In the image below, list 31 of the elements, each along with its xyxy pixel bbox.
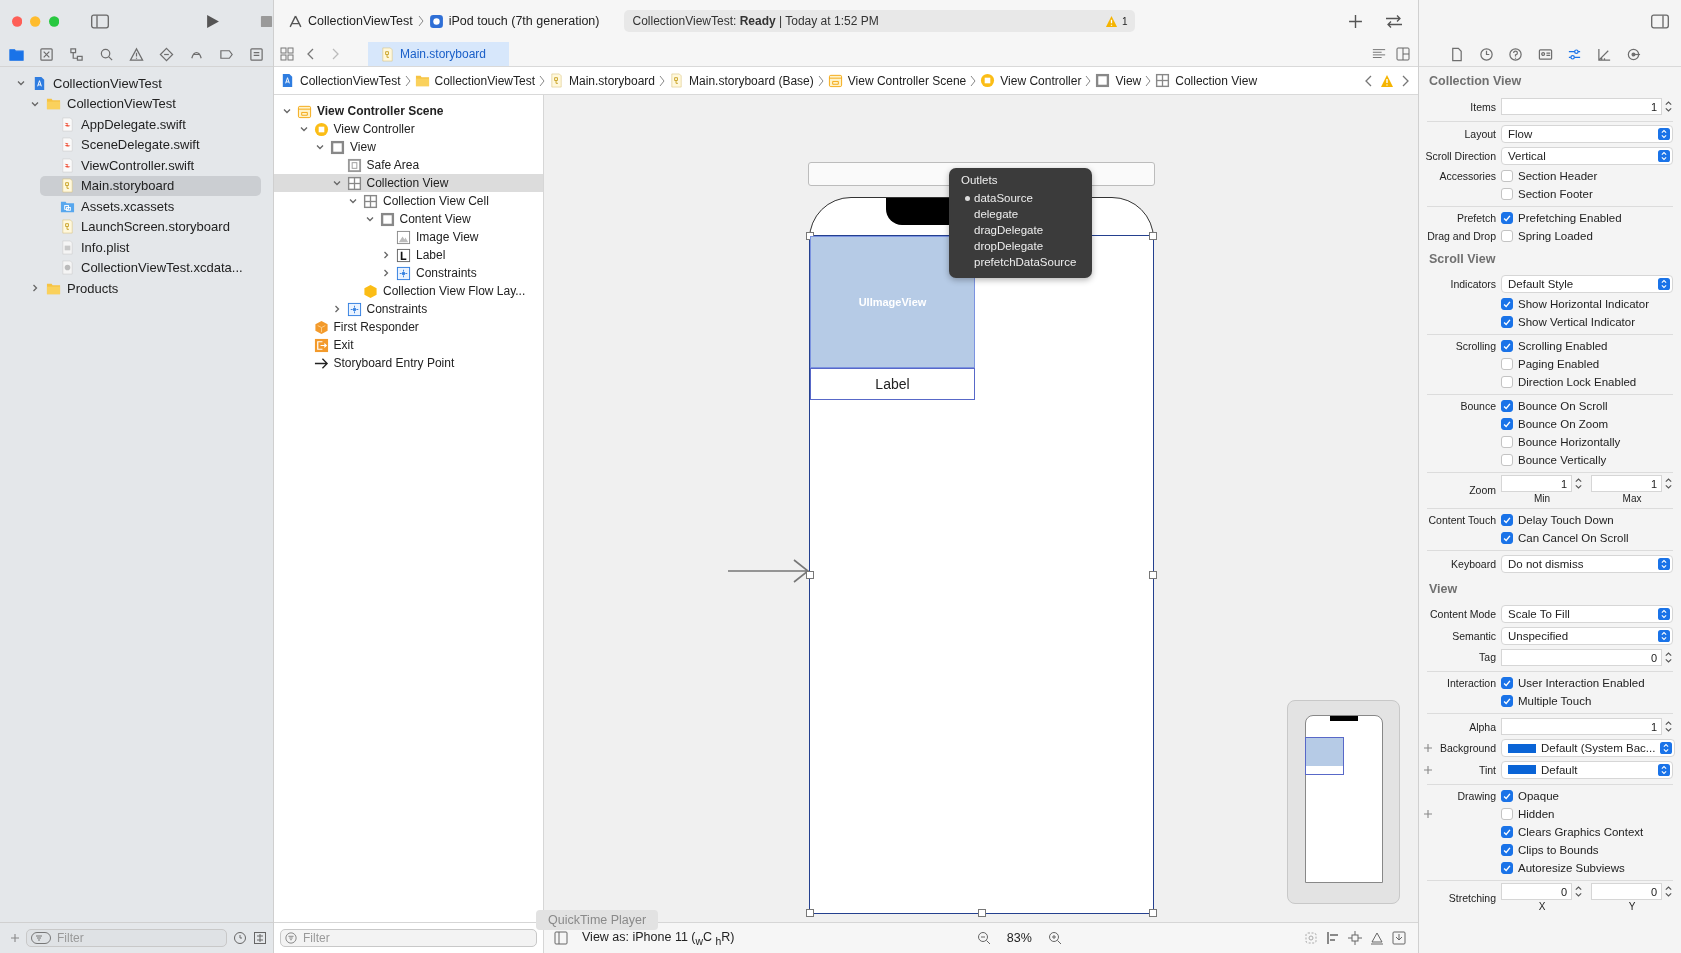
field-caption: X <box>1538 899 1546 913</box>
field-label: Stretching <box>1448 891 1496 904</box>
section-title: View <box>1428 580 1459 598</box>
popover-title: Outlets <box>961 174 999 188</box>
section-title: Scroll View <box>1428 250 1497 268</box>
field-label: Accessories <box>1439 169 1496 182</box>
field-caption: Min <box>1533 492 1551 505</box>
field-label: Layout <box>1464 128 1496 141</box>
field-label: Zoom <box>1469 484 1496 496</box>
field-label: Items <box>1470 100 1496 113</box>
status-text: CollectionViewTest: Ready | Today at 1:52 PM <box>632 14 880 28</box>
field-label: Tint <box>1478 763 1496 776</box>
field-label: Alpha <box>1469 720 1496 733</box>
field-label: Scrolling <box>1455 340 1496 352</box>
field-label: Content Mode <box>1430 608 1496 621</box>
field-label: Bounce <box>1460 400 1496 412</box>
field-label: Drag and Drop <box>1427 229 1496 242</box>
field-label: Prefetch <box>1456 211 1496 224</box>
field-caption: Y <box>1628 899 1636 913</box>
field-label: Content Touch <box>1428 514 1496 526</box>
field-label: Background <box>1439 742 1496 755</box>
section-title: Collection View <box>1428 73 1523 90</box>
field-label: Semantic <box>1452 629 1496 642</box>
field-label: Interaction <box>1446 677 1496 689</box>
field-label: Tag <box>1479 651 1496 664</box>
field-label: Scroll Direction <box>1425 149 1496 162</box>
field-label: Drawing <box>1457 789 1496 802</box>
field-label: Keyboard <box>1451 557 1496 570</box>
field-label: Indicators <box>1450 278 1496 291</box>
field-caption: Max <box>1622 492 1642 505</box>
dock-tooltip: QuickTime Player <box>536 910 659 930</box>
